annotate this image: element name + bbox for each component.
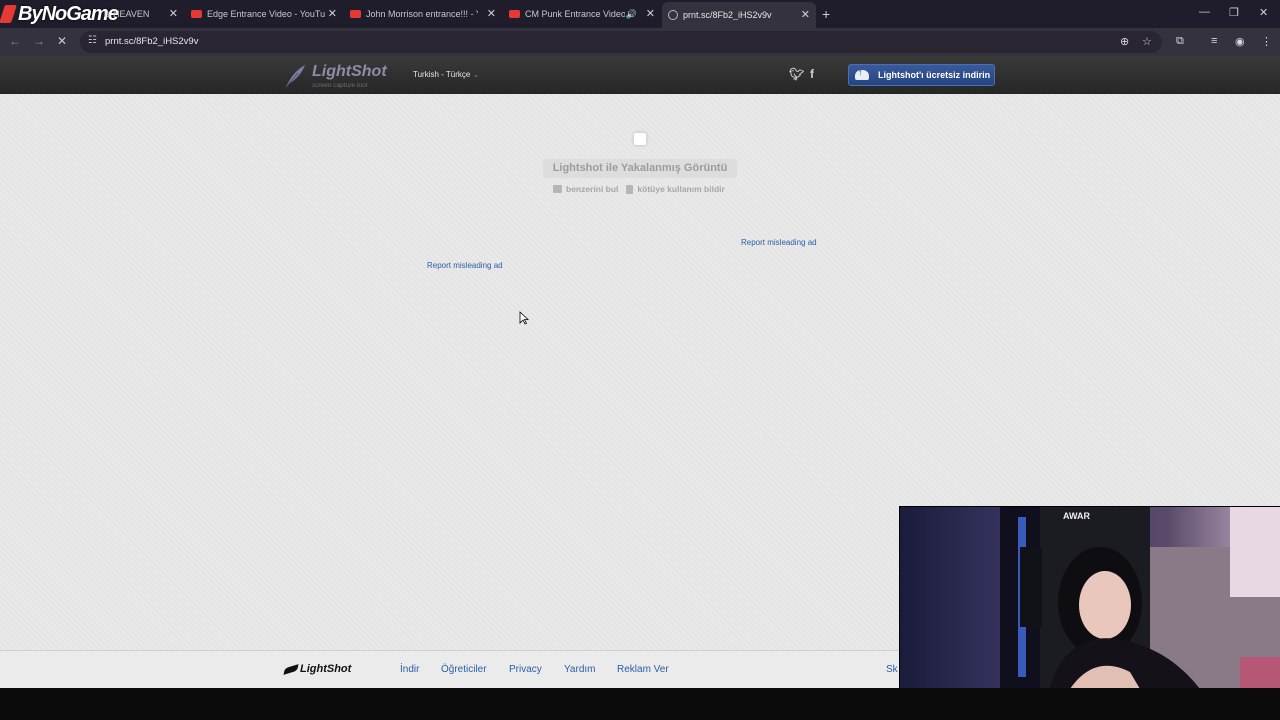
webcam-image: AWAR [900, 507, 1280, 688]
close-window-icon[interactable]: ✕ [1259, 6, 1268, 19]
tab-title: prnt.sc/8Fb2_iHS2v9v [683, 10, 772, 20]
report-ad-link-right[interactable]: Report misleading ad [741, 238, 817, 247]
screen: ByNoGame is HEAVEN ✕ Edge Entrance Video… [0, 0, 1280, 720]
mouse-cursor-icon [519, 311, 529, 325]
minimize-icon[interactable]: — [1199, 6, 1210, 18]
stream-brand-overlay: ByNoGame [0, 2, 119, 26]
twitter-icon[interactable]: 🐦︎ [789, 67, 804, 81]
tab-title: CM Punk Entrance Video - [525, 9, 625, 19]
address-url: prnt.sc/8Fb2_iHS2v9v [105, 36, 199, 47]
tab-close-icon[interactable]: ✕ [169, 7, 178, 21]
report-abuse-link[interactable]: kötüye kullanım bildir [637, 184, 724, 194]
chevron-down-icon: ⌄ [472, 70, 480, 79]
camera-icon [553, 185, 562, 193]
screenshot-image-placeholder [634, 133, 646, 145]
tab-heaven[interactable]: is HEAVEN ✕ [104, 4, 178, 24]
language-selector[interactable]: Turkish - Türkçe ⌄ [413, 70, 479, 79]
footer-link-help[interactable]: Yardım [564, 664, 596, 675]
logo-wordmark: LightShot [312, 63, 387, 80]
tab-title: John Morrison entrance!!! - Yo [366, 9, 478, 19]
svg-text:AWAR: AWAR [1063, 511, 1091, 521]
footer-link-tutorials[interactable]: Öğreticiler [441, 664, 487, 675]
zoom-icon[interactable]: ⊕ [1120, 35, 1129, 48]
find-similar-link[interactable]: benzerini bul [566, 184, 618, 194]
footer-link-advertise[interactable]: Reklam Ver [617, 664, 669, 675]
extensions-icon[interactable]: ⧉ [1176, 35, 1184, 48]
brand-logo-icon [0, 5, 17, 23]
restore-icon[interactable]: ❐ [1229, 6, 1239, 19]
tab-edge-entrance[interactable]: Edge Entrance Video - YouTube ✕ [191, 4, 337, 24]
globe-icon [668, 10, 678, 20]
image-caption: Lightshot ile Yakalanmış Görüntü [543, 159, 737, 178]
lightshot-header: LightShot screen capture tool Turkish - … [0, 56, 1280, 94]
media-control-icon[interactable]: ≡ [1211, 35, 1217, 47]
stop-loading-icon[interactable]: ✕ [57, 34, 67, 48]
new-tab-icon[interactable]: + [822, 6, 830, 22]
feather-icon [285, 65, 305, 88]
footer-link-truncated[interactable]: Sk [886, 664, 898, 675]
cloud-upload-icon [855, 67, 869, 80]
webcam-overlay: AWAR [899, 506, 1280, 688]
tab-title: Edge Entrance Video - YouTube [207, 9, 325, 19]
browser-toolbar: ← → ✕ ☷ prnt.sc/8Fb2_iHS2v9v ⊕ ☆ ⧉ ≡ ◉ ⋮ [0, 28, 1280, 56]
image-actions: benzerini bul kötüye kullanım bildir [553, 184, 725, 194]
site-info-icon[interactable]: ☷ [88, 35, 97, 46]
back-icon[interactable]: ← [9, 34, 21, 48]
tab-close-icon[interactable]: ✕ [646, 7, 655, 21]
lightshot-logo[interactable]: LightShot screen capture tool [284, 62, 387, 90]
youtube-icon [509, 10, 520, 18]
tab-cm-punk[interactable]: CM Punk Entrance Video - 🔊 ✕ [509, 4, 655, 24]
tab-close-icon[interactable]: ✕ [487, 7, 496, 21]
logo-tagline: screen capture tool [312, 82, 368, 89]
feather-icon [283, 663, 299, 675]
download-button-label: Lightshot'ı ücretsiz indirin [878, 70, 991, 80]
taskbar-strip [0, 688, 1280, 720]
youtube-icon [350, 10, 361, 18]
speaker-icon[interactable]: 🔊 [626, 7, 637, 21]
footer-link-privacy[interactable]: Privacy [509, 664, 542, 675]
footer-logo[interactable]: LightShot [283, 663, 352, 675]
forward-icon[interactable]: → [33, 34, 45, 48]
browser-tab-strip: ByNoGame is HEAVEN ✕ Edge Entrance Video… [0, 0, 1280, 28]
brand-name: ByNoGame [18, 2, 119, 25]
footer-logo-text: LightShot [300, 663, 352, 675]
report-ad-link-left[interactable]: Report misleading ad [427, 261, 503, 270]
menu-icon[interactable]: ⋮ [1261, 35, 1272, 48]
download-button[interactable]: Lightshot'ı ücretsiz indirin [848, 64, 995, 86]
facebook-icon[interactable]: f [810, 67, 814, 81]
tab-title: is HEAVEN [104, 9, 150, 19]
profile-icon[interactable]: ◉ [1235, 35, 1245, 48]
tab-close-icon[interactable]: ✕ [328, 7, 337, 21]
tab-john-morrison[interactable]: John Morrison entrance!!! - Yo ✕ [350, 4, 496, 24]
address-bar[interactable]: ☷ prnt.sc/8Fb2_iHS2v9v [80, 31, 1162, 53]
bookmark-star-icon[interactable]: ☆ [1142, 35, 1152, 48]
youtube-icon [191, 10, 202, 18]
language-label: Turkish - Türkçe [413, 70, 471, 79]
flag-icon [626, 184, 634, 194]
tab-close-icon[interactable]: ✕ [801, 8, 810, 22]
tab-prnt-active[interactable]: prnt.sc/8Fb2_iHS2v9v ✕ [662, 2, 816, 28]
footer-link-download[interactable]: İndir [400, 664, 419, 675]
